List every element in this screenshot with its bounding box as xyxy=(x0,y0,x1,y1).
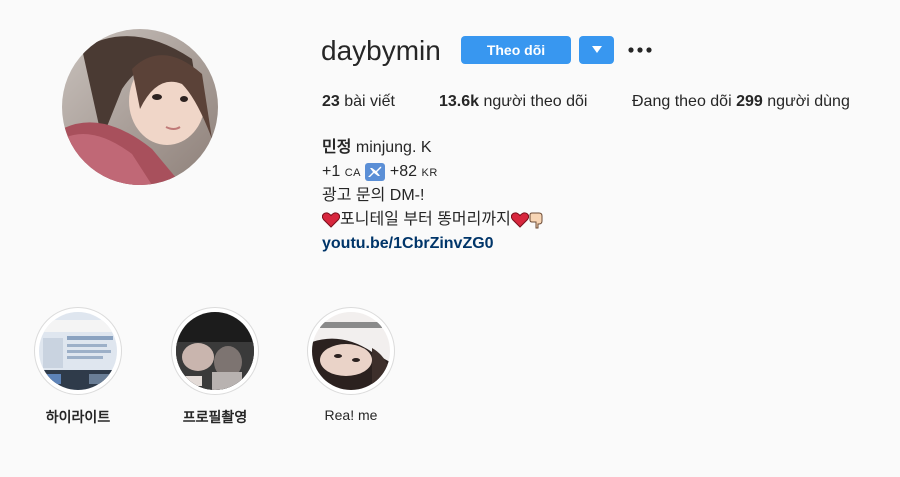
highlight-label: 하이라이트 xyxy=(45,409,111,425)
followers-label: người theo dõi xyxy=(483,93,588,110)
highlight-item[interactable]: 하이라이트 xyxy=(33,307,123,427)
highlight-item[interactable]: 프로필촬영 xyxy=(170,307,260,427)
bio-link-line: youtu.be/1CbrZinvZG0 xyxy=(322,232,545,256)
bio-name: 민정 xyxy=(322,139,352,156)
profile-avatar[interactable] xyxy=(62,29,218,185)
bio-country-right: +82 xyxy=(389,163,418,180)
followers-count: 13.6k xyxy=(439,93,480,110)
bio-name-suffix: minjung. K xyxy=(355,139,432,156)
highlight-ring[interactable] xyxy=(307,307,395,395)
posts-count: 23 xyxy=(322,93,340,110)
heart-icon xyxy=(510,212,529,228)
bio-link[interactable]: youtu.be/1CbrZinvZG0 xyxy=(322,235,494,252)
highlight-item[interactable]: Rea! me xyxy=(306,307,396,423)
following-stat[interactable]: Đang theo dõi 299 người dùng xyxy=(632,92,850,112)
highlight-cover xyxy=(39,312,117,390)
bio-line-hair: 포니테일 부터 똥머리까지 xyxy=(322,208,545,232)
posts-stat: 23 bài viết xyxy=(322,92,395,112)
dropdown-arrow-icon xyxy=(591,46,602,53)
suggestions-dropdown-button[interactable] xyxy=(579,36,614,64)
profile-username: daybymin xyxy=(321,35,441,66)
bio-name-line: 민정 minjung. K xyxy=(322,136,545,160)
profile-bio: 민정 minjung. K +1 CA +82 KR 광고 문의 DM-! 포니… xyxy=(322,136,545,256)
highlight-ring[interactable] xyxy=(34,307,122,395)
following-count: 299 xyxy=(736,93,763,110)
highlight-label: Rea! me xyxy=(324,407,378,423)
bio-country-left-code: CA xyxy=(344,167,361,179)
heart-icon xyxy=(322,212,340,228)
more-options-icon xyxy=(628,47,652,53)
highlight-cover xyxy=(176,312,254,390)
airplane-icon xyxy=(365,162,386,181)
highlight-cover xyxy=(312,312,390,390)
highlight-label: 프로필촬영 xyxy=(182,409,248,425)
bio-country-right-code: KR xyxy=(421,167,438,179)
bio-line-hair-text: 포니테일 부터 똥머리까지 xyxy=(340,211,511,228)
more-options-button[interactable] xyxy=(627,38,653,62)
pointing-down-icon xyxy=(529,212,543,229)
bio-line-dm: 광고 문의 DM-! xyxy=(322,187,425,204)
following-suffix: người dùng xyxy=(767,93,850,110)
followers-stat[interactable]: 13.6k người theo dõi xyxy=(439,92,587,112)
following-prefix: Đang theo dõi xyxy=(632,93,732,110)
follow-button[interactable]: Theo dõi xyxy=(461,36,571,64)
posts-label: bài viết xyxy=(344,93,395,110)
bio-country-left: +1 xyxy=(322,163,341,180)
highlight-ring[interactable] xyxy=(171,307,259,395)
bio-line-countries: +1 CA +82 KR xyxy=(322,160,545,184)
